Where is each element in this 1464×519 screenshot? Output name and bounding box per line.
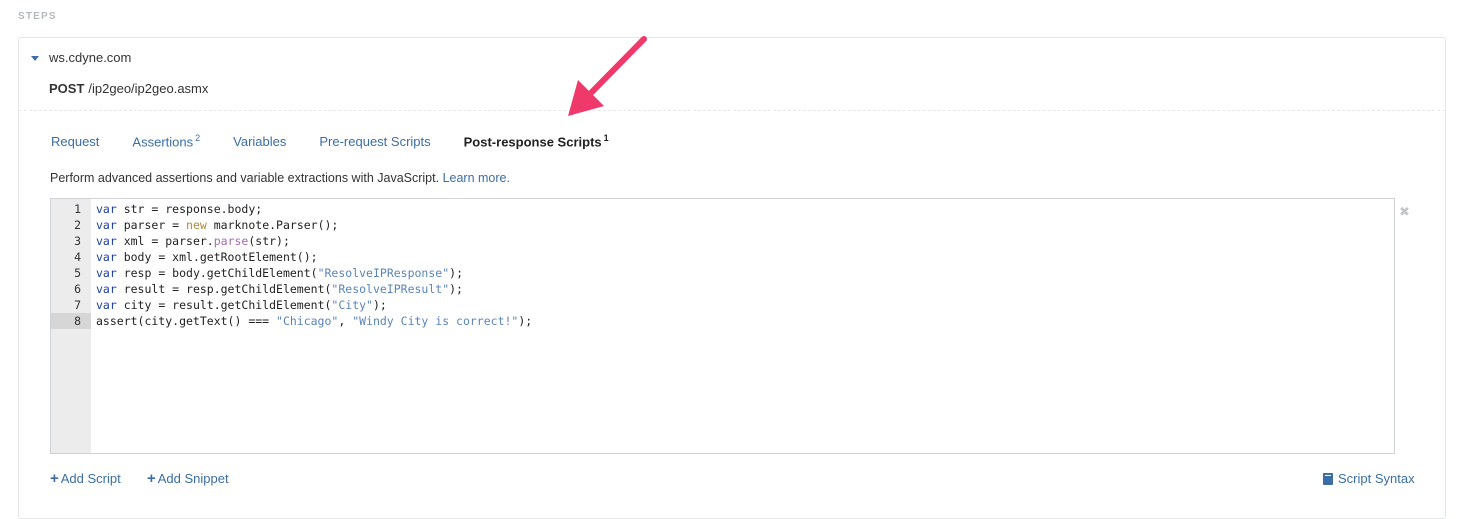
- line-number: 6: [74, 282, 81, 296]
- close-icon[interactable]: ✖: [1399, 204, 1410, 220]
- plus-icon: +: [147, 470, 156, 487]
- annotation-arrow-icon: [568, 36, 647, 116]
- step-host: ws.cdyne.com: [49, 50, 132, 65]
- script-editor[interactable]: 1 var str = response.body; 2 var parser = n…: [50, 198, 1395, 454]
- code-line[interactable]: 8 assert(city.getText() === "Chicago", "W…: [51, 313, 1394, 329]
- tab-assertions[interactable]: Assertions 2: [132, 133, 200, 149]
- line-number: 2: [74, 218, 81, 232]
- tab-label: Request: [51, 134, 100, 150]
- learn-more-link[interactable]: Learn more.: [443, 171, 510, 185]
- tab-label: Pre-request Scripts: [319, 134, 431, 150]
- caret-down-icon[interactable]: [31, 55, 39, 61]
- step-toggle[interactable]: ws.cdyne.com: [31, 50, 131, 65]
- code-text: var str = response.body;: [96, 202, 263, 216]
- tab-post-response-scripts[interactable]: Post-response Scripts 1: [464, 133, 609, 149]
- code-text: var city = result.getChildElement("City"…: [96, 298, 387, 312]
- tab-pre-request-scripts[interactable]: Pre-request Scripts: [319, 134, 430, 149]
- add-script-label: Add Script: [60, 471, 121, 486]
- line-number: 1: [74, 202, 81, 216]
- tab-request[interactable]: Request: [51, 134, 99, 149]
- add-snippet-button[interactable]: + Add Snippet: [147, 471, 229, 486]
- http-method: POST: [49, 81, 85, 96]
- code-text: var parser = new marknote.Parser();: [96, 218, 339, 232]
- code-line[interactable]: 4 var body = xml.getRootElement();: [51, 249, 1394, 265]
- code-line[interactable]: 6 var result = resp.getChildElement("Reso…: [51, 281, 1394, 297]
- code-line[interactable]: 7 var city = result.getChildElement("City…: [51, 297, 1394, 313]
- description-text: Perform advanced assertions and variable…: [50, 171, 440, 185]
- step-header: ws.cdyne.com POST/ip2geo/ip2geo.asmx: [19, 38, 1445, 111]
- add-snippet-label: Add Snippet: [157, 471, 229, 486]
- line-number: 8: [51, 313, 91, 329]
- book-icon: [1323, 472, 1333, 485]
- add-script-button[interactable]: + Add Script: [50, 471, 121, 486]
- line-number: 4: [74, 250, 81, 264]
- code-text: var body = xml.getRootElement();: [96, 250, 318, 264]
- code-line[interactable]: 1 var str = response.body;: [51, 201, 1394, 217]
- script-syntax-link[interactable]: Script Syntax: [1323, 471, 1415, 486]
- request-path: /ip2geo/ip2geo.asmx: [88, 81, 209, 96]
- line-number: 5: [74, 266, 81, 280]
- tab-description: Perform advanced assertions and variable…: [50, 171, 510, 185]
- code-text: var result = resp.getChildElement("Resol…: [96, 282, 463, 296]
- line-number: 3: [74, 234, 81, 248]
- step-endpoint: POST/ip2geo/ip2geo.asmx: [49, 81, 208, 96]
- code-text: var resp = body.getChildElement("Resolve…: [96, 266, 463, 280]
- step-card: ws.cdyne.com POST/ip2geo/ip2geo.asmx Req…: [18, 37, 1446, 519]
- tab-label: Post-response Scripts: [463, 134, 602, 150]
- tab-count-badge: 2: [195, 133, 201, 143]
- code-line[interactable]: 3 var xml = parser.parse(str);: [51, 233, 1394, 249]
- tab-variables[interactable]: Variables: [233, 134, 286, 149]
- code-text: assert(city.getText() === "Chicago", "Wi…: [96, 314, 533, 328]
- code-line[interactable]: 5 var resp = body.getChildElement("Resolv…: [51, 265, 1394, 281]
- step-tabs: Request Assertions 2 Variables Pre-reques…: [51, 133, 642, 149]
- line-number: 7: [74, 298, 81, 312]
- tab-label: Variables: [233, 134, 287, 150]
- script-syntax-label: Script Syntax: [1338, 471, 1415, 486]
- steps-section-label: STEPS: [18, 11, 57, 22]
- code-text: var xml = parser.parse(str);: [96, 234, 290, 248]
- tab-count-badge: 1: [603, 133, 609, 143]
- code-line[interactable]: 2 var parser = new marknote.Parser();: [51, 217, 1394, 233]
- tab-label: Assertions: [132, 134, 194, 150]
- plus-icon: +: [50, 470, 59, 487]
